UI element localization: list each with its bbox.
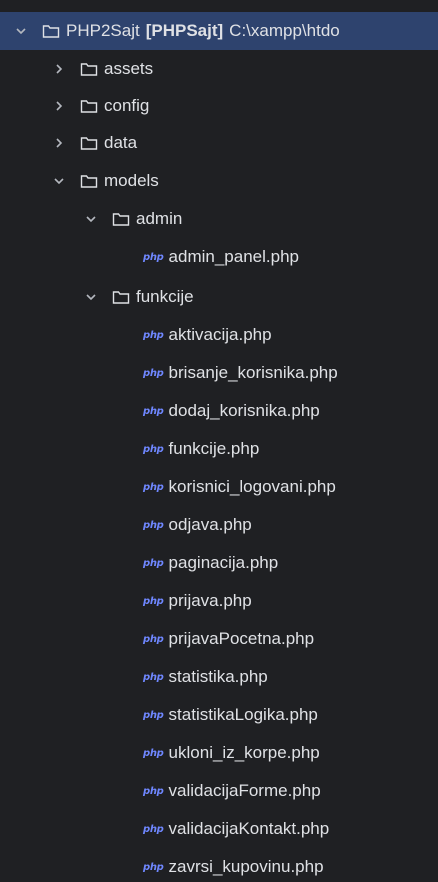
php-file-icon: php [143, 329, 164, 341]
tree-row-file[interactable]: php ukloni_iz_korpe.php [0, 734, 438, 772]
folder-icon [112, 211, 130, 227]
tree-row-file[interactable]: php brisanje_korisnika.php [0, 354, 438, 392]
php-file-icon: php [143, 747, 164, 759]
folder-icon [80, 98, 98, 114]
folder-icon [80, 61, 98, 77]
tree-row-file[interactable]: php paginacija.php [0, 544, 438, 582]
tree-row-file[interactable]: php dodaj_korisnika.php [0, 392, 438, 430]
folder-label: assets [104, 59, 154, 78]
folder-label: config [104, 96, 150, 115]
tree-row-file[interactable]: php statistikaLogika.php [0, 696, 438, 734]
php-file-icon: php [143, 481, 164, 493]
php-file-icon: php [143, 861, 164, 873]
php-file-icon: php [143, 823, 164, 835]
file-label: korisnici_logovani.php [168, 477, 336, 496]
php-file-icon: php [143, 251, 164, 263]
tree-row-folder-data[interactable]: data [0, 124, 438, 162]
file-label: aktivacija.php [168, 325, 272, 344]
chevron-right-icon[interactable] [52, 62, 66, 76]
folder-label: data [104, 133, 138, 152]
folder-icon [112, 289, 130, 305]
php-file-icon: php [143, 367, 164, 379]
php-file-icon: php [143, 557, 164, 569]
folder-icon [80, 173, 98, 189]
tree-row-folder-assets[interactable]: assets [0, 50, 438, 88]
tree-row-file[interactable]: php validacijaForme.php [0, 772, 438, 810]
file-label: paginacija.php [168, 553, 279, 572]
php-file-icon: php [143, 709, 164, 721]
tree-row-file[interactable]: php prijavaPocetna.php [0, 620, 438, 658]
tree-row-folder-models[interactable]: models [0, 162, 438, 200]
php-file-icon: php [143, 785, 164, 797]
file-label: odjava.php [168, 515, 252, 534]
project-tree: PHP2Sajt [PHPSajt] C:\xampp\htdo assets … [0, 0, 438, 882]
file-label: validacijaForme.php [168, 781, 321, 800]
tree-row-folder-config[interactable]: config [0, 87, 438, 125]
file-label: statistika.php [168, 667, 268, 686]
file-label: prijava.php [168, 591, 252, 610]
tree-row-folder-funkcije[interactable]: funkcije [0, 278, 438, 316]
php-file-icon: php [143, 519, 164, 531]
tree-row-folder-admin[interactable]: admin [0, 200, 438, 238]
file-label: brisanje_korisnika.php [168, 363, 338, 382]
chevron-right-icon[interactable] [52, 136, 66, 150]
tree-row-file[interactable]: php funkcije.php [0, 430, 438, 468]
php-file-icon: php [143, 633, 164, 645]
chevron-down-icon[interactable] [84, 212, 98, 226]
tree-row-file[interactable]: php zavrsi_kupovinu.php [0, 848, 438, 882]
file-label: dodaj_korisnika.php [168, 401, 320, 420]
chevron-down-icon[interactable] [14, 24, 28, 38]
file-label: prijavaPocetna.php [168, 629, 315, 648]
project-path: C:\xampp\htdo [229, 21, 340, 40]
tree-row-file[interactable]: php prijava.php [0, 582, 438, 620]
file-label: zavrsi_kupovinu.php [168, 857, 324, 876]
folder-label: admin [136, 209, 183, 228]
tree-row-file[interactable]: php aktivacija.php [0, 316, 438, 354]
file-label: validacijaKontakt.php [168, 819, 330, 838]
folder-label: models [104, 171, 159, 190]
project-name: PHP2Sajt [66, 21, 140, 40]
php-file-icon: php [143, 443, 164, 455]
php-file-icon: php [143, 595, 164, 607]
file-label: ukloni_iz_korpe.php [168, 743, 320, 762]
chevron-right-icon[interactable] [52, 99, 66, 113]
folder-label: funkcije [136, 287, 194, 306]
php-file-icon: php [143, 671, 164, 683]
file-label: admin_panel.php [168, 247, 299, 266]
tree-row-file[interactable]: php admin_panel.php [0, 238, 438, 276]
tree-row-project-root[interactable]: PHP2Sajt [PHPSajt] C:\xampp\htdo [0, 12, 438, 50]
folder-icon [80, 135, 98, 151]
tree-row-file[interactable]: php statistika.php [0, 658, 438, 696]
tree-row-file[interactable]: php odjava.php [0, 506, 438, 544]
file-label: funkcije.php [168, 439, 260, 458]
chevron-down-icon[interactable] [52, 174, 66, 188]
tree-row-file[interactable]: php korisnici_logovani.php [0, 468, 438, 506]
folder-icon [42, 23, 60, 39]
chevron-down-icon[interactable] [84, 290, 98, 304]
project-module: [PHPSajt] [145, 21, 224, 40]
php-file-icon: php [143, 405, 164, 417]
tree-row-file[interactable]: php validacijaKontakt.php [0, 810, 438, 848]
file-label: statistikaLogika.php [168, 705, 318, 724]
